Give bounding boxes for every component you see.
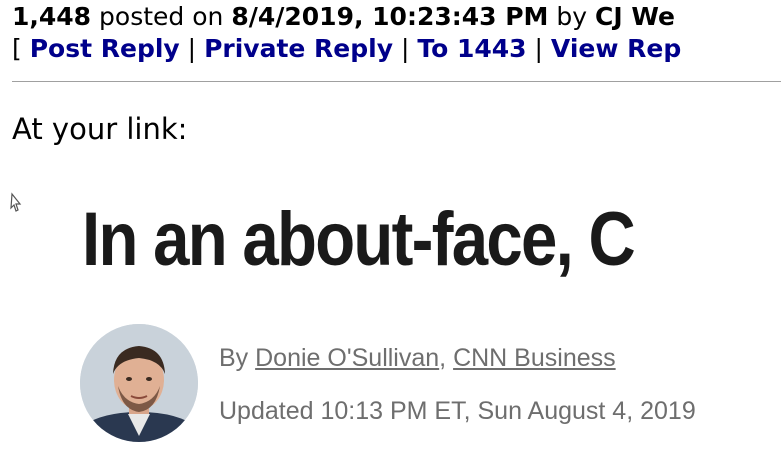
view-replies-link[interactable]: View Rep [551, 34, 681, 63]
post-body-text: At your link: [12, 112, 188, 146]
byline-comma: , [439, 344, 454, 372]
actions-open-bracket: [ [12, 34, 22, 63]
private-reply-link[interactable]: Private Reply [204, 34, 393, 63]
article-updated-timestamp: Updated 10:13 PM ET, Sun August 4, 2019 [219, 397, 696, 425]
post-author[interactable]: CJ We [595, 2, 675, 31]
embedded-article-image: In an about-face, C By Donie O'Sullivan,… [0, 185, 781, 449]
post-number: 1,448 [12, 2, 92, 31]
cursor-icon [10, 192, 22, 212]
post-header: 1,448 posted on 8/4/2019, 10:23:43 PM by… [12, 0, 675, 34]
article-headline: In an about-face, C [82, 197, 636, 282]
to-post-link[interactable]: To 1443 [417, 34, 526, 63]
by-label: by [556, 2, 588, 31]
actions-separator: | [187, 34, 197, 63]
post-reply-link[interactable]: Post Reply [30, 34, 180, 63]
post-date: 8/4/2019, 10:23:43 PM [231, 2, 549, 31]
article-byline: By Donie O'Sullivan, CNN Business [219, 343, 616, 373]
author-avatar [80, 324, 198, 442]
actions-separator: | [400, 34, 410, 63]
outlet-link[interactable]: CNN Business [453, 344, 616, 372]
horizontal-divider [12, 81, 781, 82]
actions-separator: | [534, 34, 543, 63]
byline-prefix: By [219, 344, 256, 372]
posted-on-label: posted on [99, 2, 224, 31]
author-link[interactable]: Donie O'Sullivan [255, 344, 439, 372]
post-actions: [ Post Reply | Private Reply | To 1443 |… [12, 32, 681, 66]
